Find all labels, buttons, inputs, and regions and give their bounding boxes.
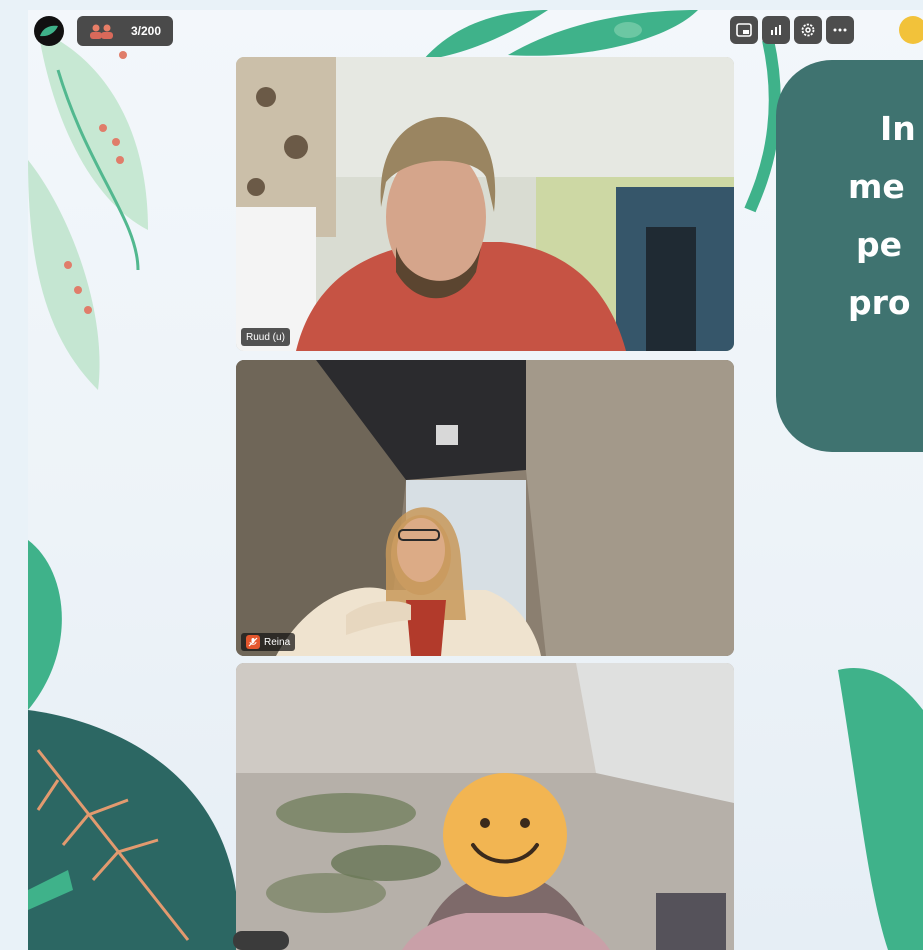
speech-bubble-text: In me pe pro [776,100,923,332]
picture-in-picture-icon[interactable] [730,16,758,44]
participant-count: 3/200 [130,24,161,38]
bubble-line: me [848,167,905,206]
leaf-decoration [28,710,238,950]
leaf-dot [64,261,72,269]
leaf-logo-glyph [40,25,58,37]
leaf-dot [99,124,107,132]
video-tile-3[interactable] [236,663,734,950]
leaf-decoration [614,22,642,38]
video-tile-2[interactable]: Reina [236,360,734,656]
leaf-dot [84,306,92,314]
bubble-line: In [880,109,916,148]
participant-name: Ruud (u) [246,331,285,343]
bubble-line: pe [856,225,903,264]
video-feed [236,57,734,351]
more-icon[interactable] [826,16,854,44]
leaf-dot [119,51,127,59]
leaf-decoration [28,160,100,390]
meeting-stage: 3/200 Ruud (u) Reina In me pe pro [28,10,923,950]
participant-count-button[interactable]: 3/200 [77,16,173,46]
leaf-dot [112,138,120,146]
video-feed [236,360,734,656]
leaf-dot [74,286,82,294]
participants-icon [90,24,113,39]
microphone-muted-icon [246,635,260,649]
participant-name-tag: Reina [241,633,296,651]
scroll-handle[interactable] [233,931,289,950]
participant-name: Reina [264,636,291,648]
leaf-decoration [838,668,923,950]
leaf-decoration [38,30,148,230]
video-tile-1[interactable]: Ruud (u) [236,57,734,351]
user-avatar[interactable] [899,16,923,44]
participant-name-tag: Ruud (u) [241,328,290,346]
leaf-decoration [744,38,781,213]
smiley-emoji-icon [443,773,567,897]
bubble-line: pro [848,283,911,322]
app-logo-icon[interactable] [34,16,64,46]
settings-icon[interactable] [794,16,822,44]
leaf-decoration [28,540,62,710]
stats-icon[interactable] [762,16,790,44]
leaf-dot [116,156,124,164]
